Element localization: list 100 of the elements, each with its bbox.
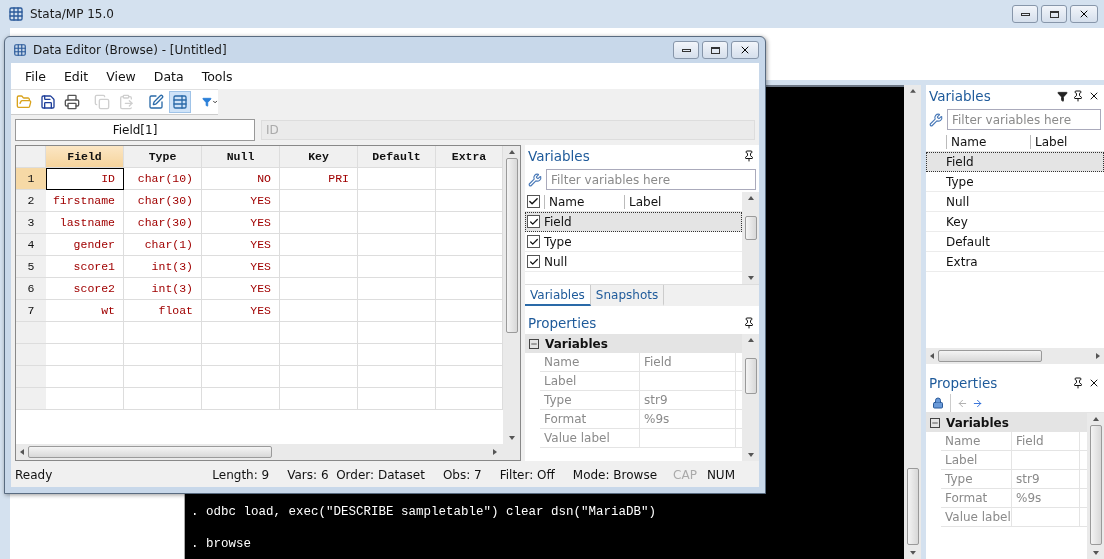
back-arrow-icon[interactable]	[957, 397, 968, 409]
table-cell[interactable]: char(1)	[124, 234, 202, 256]
table-cell[interactable]: YES	[202, 190, 280, 212]
row-header[interactable]	[16, 388, 46, 410]
variable-row[interactable]: Type	[525, 232, 742, 252]
column-header[interactable]: Name	[544, 194, 624, 209]
close-button[interactable]	[731, 41, 759, 59]
pin-icon[interactable]	[1072, 377, 1084, 389]
table-cell[interactable]	[280, 190, 358, 212]
table-cell[interactable]: gender	[46, 234, 124, 256]
table-cell[interactable]: YES	[202, 300, 280, 322]
close-button[interactable]	[1070, 5, 1098, 23]
pin-icon[interactable]	[743, 150, 755, 162]
table-cell[interactable]	[358, 168, 436, 190]
column-header[interactable]: Name	[946, 134, 1030, 149]
scrollbar-thumb[interactable]	[744, 358, 757, 394]
empty-cell[interactable]	[124, 322, 202, 344]
variable-row[interactable]: Null	[525, 252, 742, 272]
scroll-right-icon[interactable]	[1094, 352, 1102, 360]
scrollbar-thumb[interactable]	[1089, 425, 1102, 545]
menu-item[interactable]: Data	[144, 66, 193, 86]
wrench-icon[interactable]	[528, 172, 542, 187]
checkbox[interactable]	[527, 235, 540, 248]
row-number[interactable]: 2	[16, 190, 46, 212]
funnel-icon[interactable]	[1057, 90, 1068, 102]
scroll-up-icon[interactable]	[1091, 415, 1100, 423]
row-number[interactable]: 6	[16, 278, 46, 300]
corner-cell[interactable]	[16, 146, 46, 168]
row-header[interactable]	[16, 322, 46, 344]
table-cell[interactable]	[358, 278, 436, 300]
table-cell[interactable]: NO	[202, 168, 280, 190]
menu-item[interactable]: Tools	[192, 66, 242, 86]
filter-field[interactable]: Filter variables here	[947, 109, 1101, 130]
variable-row[interactable]: Field	[525, 212, 742, 232]
maximize-button[interactable]	[702, 41, 728, 59]
row-header[interactable]	[16, 366, 46, 388]
table-cell[interactable]	[358, 234, 436, 256]
minimize-button[interactable]	[1012, 5, 1038, 23]
column-header[interactable]: Label	[624, 194, 694, 209]
scrollbar-thumb[interactable]	[744, 216, 757, 240]
column-header[interactable]: Default	[358, 146, 436, 168]
panel-tab[interactable]: Variables	[525, 285, 591, 306]
empty-cell[interactable]	[358, 344, 436, 366]
table-cell[interactable]: int(3)	[124, 256, 202, 278]
close-icon[interactable]	[1088, 377, 1100, 389]
forward-arrow-icon[interactable]	[972, 397, 983, 409]
scroll-up-icon[interactable]	[507, 148, 516, 156]
empty-cell[interactable]	[124, 388, 202, 410]
empty-cell[interactable]	[124, 366, 202, 388]
wrench-icon[interactable]	[929, 112, 943, 127]
pin-icon[interactable]	[1072, 90, 1084, 102]
scroll-up-icon[interactable]	[746, 336, 755, 344]
lock-icon[interactable]	[932, 397, 944, 409]
browse-button[interactable]	[169, 91, 191, 113]
collapse-icon[interactable]	[529, 338, 539, 349]
empty-cell[interactable]	[358, 322, 436, 344]
scroll-left-icon[interactable]	[928, 352, 936, 360]
scroll-down-icon[interactable]	[746, 451, 755, 459]
collapse-icon[interactable]	[930, 417, 940, 428]
scroll-right-icon[interactable]	[491, 448, 499, 456]
scroll-down-icon[interactable]	[746, 274, 755, 282]
scroll-up-icon[interactable]	[908, 87, 917, 95]
scroll-down-icon[interactable]	[1091, 549, 1100, 557]
table-cell[interactable]: lastname	[46, 212, 124, 234]
menu-item[interactable]: Edit	[54, 66, 98, 86]
table-cell[interactable]	[280, 300, 358, 322]
scroll-down-icon[interactable]	[507, 434, 516, 442]
checkbox[interactable]	[527, 215, 540, 228]
scrollbar-thumb[interactable]	[906, 467, 919, 546]
section-header[interactable]: Variables	[926, 413, 1087, 432]
table-cell[interactable]: wt	[46, 300, 124, 322]
minimize-button[interactable]	[673, 41, 699, 59]
table-cell[interactable]: firstname	[46, 190, 124, 212]
section-header[interactable]: Variables	[525, 334, 742, 353]
table-cell[interactable]: YES	[202, 212, 280, 234]
checkbox[interactable]	[527, 255, 540, 268]
empty-cell[interactable]	[358, 366, 436, 388]
scroll-down-icon[interactable]	[908, 549, 917, 557]
scroll-left-icon[interactable]	[18, 448, 26, 456]
empty-cell[interactable]	[202, 322, 280, 344]
table-cell[interactable]: score1	[46, 256, 124, 278]
empty-cell[interactable]	[280, 388, 358, 410]
row-number[interactable]: 4	[16, 234, 46, 256]
table-cell[interactable]	[280, 234, 358, 256]
empty-cell[interactable]	[202, 388, 280, 410]
menu-item[interactable]: File	[16, 66, 55, 86]
table-cell[interactable]: int(3)	[124, 278, 202, 300]
scroll-up-icon[interactable]	[746, 194, 755, 202]
checkbox[interactable]	[527, 195, 540, 208]
panel-tab[interactable]: Snapshots	[590, 285, 665, 306]
table-cell[interactable]: ID	[46, 168, 124, 190]
empty-cell[interactable]	[202, 344, 280, 366]
table-cell[interactable]: YES	[202, 234, 280, 256]
close-icon[interactable]	[1088, 90, 1100, 102]
column-header[interactable]: Null	[202, 146, 280, 168]
empty-cell[interactable]	[124, 344, 202, 366]
empty-cell[interactable]	[358, 388, 436, 410]
row-header[interactable]	[16, 344, 46, 366]
empty-cell[interactable]	[280, 322, 358, 344]
column-header[interactable]: Field	[46, 146, 124, 168]
